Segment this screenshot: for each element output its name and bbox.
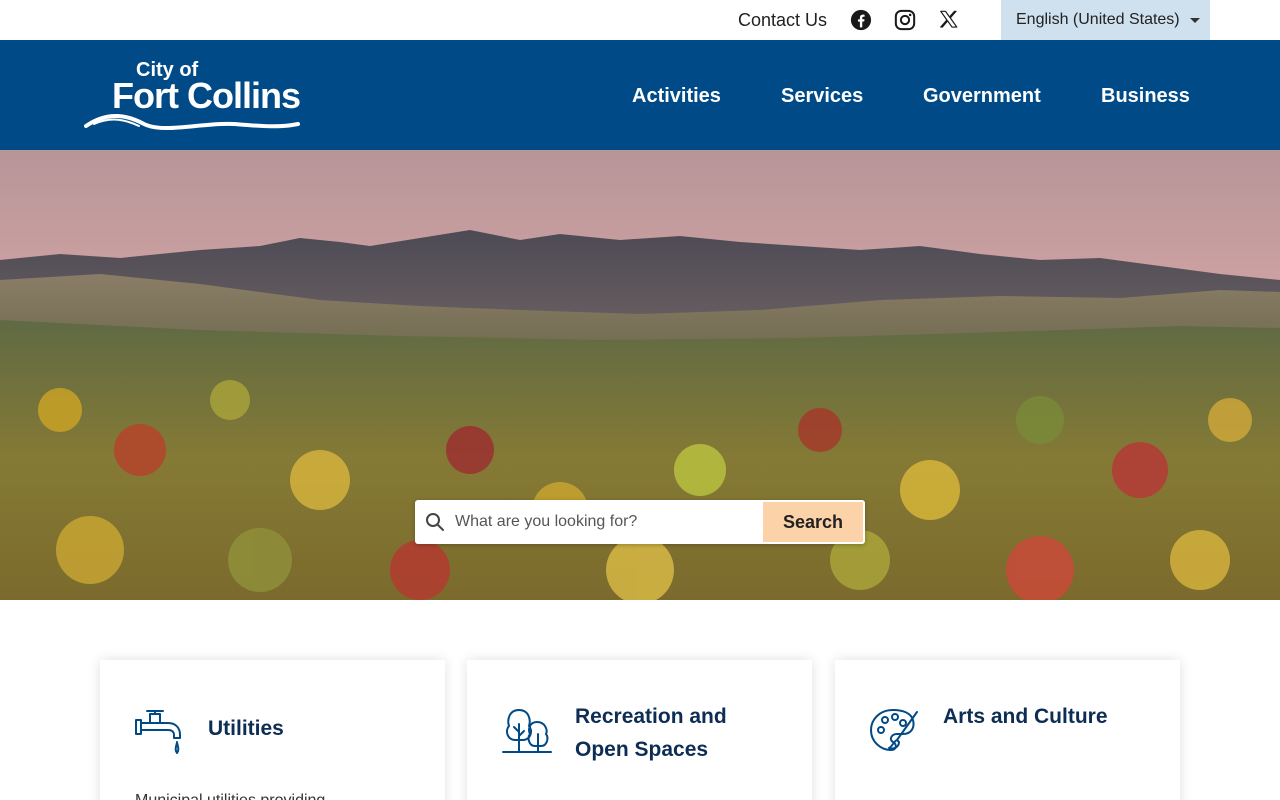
instagram-icon[interactable]: [893, 8, 917, 32]
facebook-icon[interactable]: [849, 8, 873, 32]
card-title: Arts and Culture: [943, 705, 1108, 728]
search-bar: Search: [415, 500, 865, 544]
nav-government[interactable]: Government: [923, 85, 1041, 108]
utility-bar: Contact Us English (United States): [0, 0, 1280, 40]
city-logo[interactable]: City of Fort Collins: [84, 58, 304, 134]
card-utilities[interactable]: Utilities Municipal utilities providing: [100, 660, 445, 800]
palette-icon: [870, 709, 918, 751]
search-icon: [426, 513, 444, 531]
card-arts-culture[interactable]: Arts and Culture: [835, 660, 1180, 800]
card-description: Municipal utilities providing: [135, 792, 325, 800]
language-select-value: English (United States): [1016, 11, 1180, 28]
search-button[interactable]: Search: [763, 502, 863, 542]
nav-business[interactable]: Business: [1101, 85, 1190, 108]
x-icon[interactable]: [937, 8, 961, 32]
faucet-icon: [135, 710, 181, 754]
hero-banner: Search: [0, 150, 1280, 600]
nav-activities[interactable]: Activities: [632, 85, 721, 108]
logo-text-main: Fort Collins: [112, 75, 300, 116]
search-input[interactable]: [455, 506, 760, 538]
card-title: Utilities: [208, 717, 284, 740]
card-title: Recreation and Open Spaces: [575, 705, 727, 761]
site-header: City of Fort Collins Activities Services…: [0, 40, 1280, 150]
trees-icon: [502, 709, 552, 753]
contact-us-link[interactable]: Contact Us: [738, 10, 827, 31]
nav-services[interactable]: Services: [781, 85, 863, 108]
chevron-down-icon: [1190, 18, 1200, 23]
language-select[interactable]: English (United States): [1001, 0, 1210, 40]
card-recreation-open-spaces[interactable]: Recreation and Open Spaces: [467, 660, 812, 800]
